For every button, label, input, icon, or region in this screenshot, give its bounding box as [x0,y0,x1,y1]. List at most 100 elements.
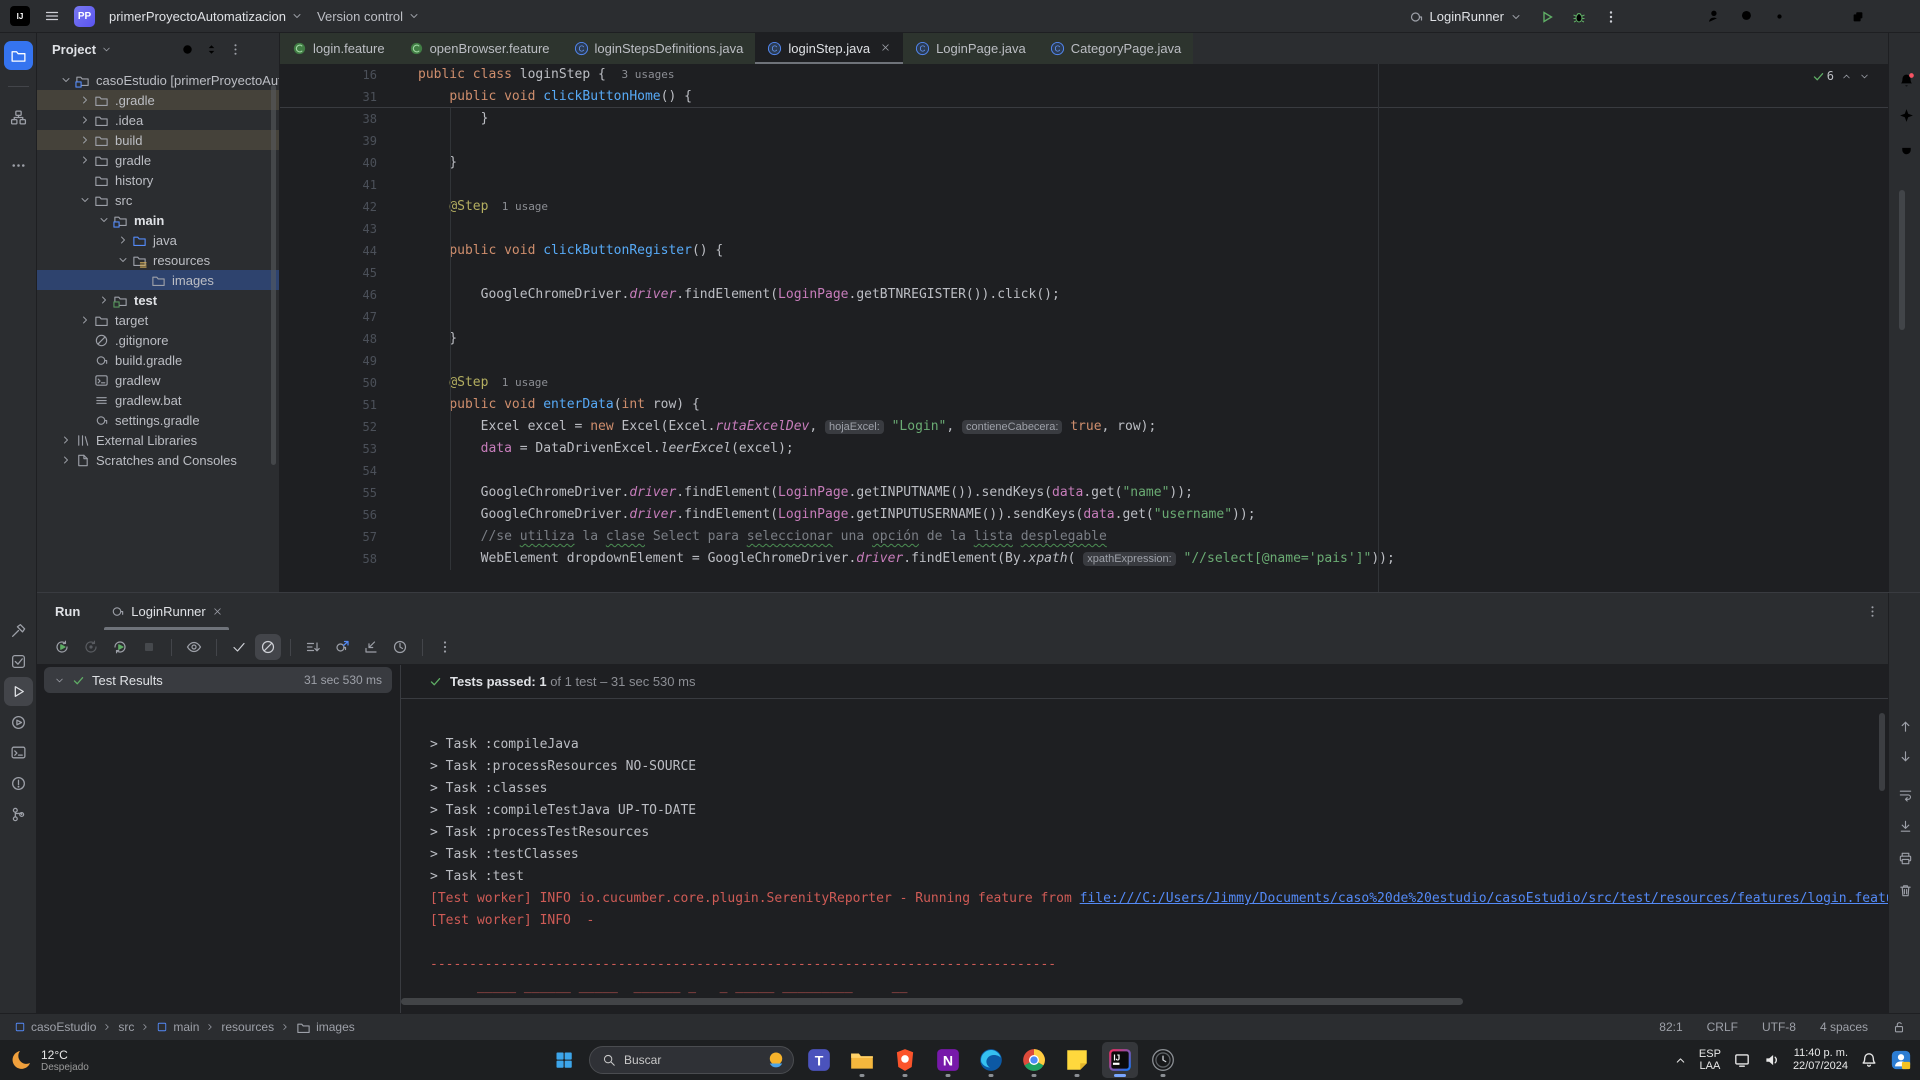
tool-project-folder-button[interactable] [4,41,33,70]
tree-item-scratches-and-consoles[interactable]: Scratches and Consoles [37,450,280,470]
debug-button[interactable] [1564,3,1594,31]
window-close-button[interactable] [1880,0,1920,33]
tree-item-main[interactable]: main [37,210,280,230]
inspections-widget[interactable]: 6 [1812,69,1870,83]
tree-item-java[interactable]: java [37,230,280,250]
code-line-55[interactable]: 55 GoogleChromeDriver.driver.findElement… [280,482,1888,504]
search-everywhere-icon[interactable] [1732,3,1762,31]
taskbar-app-explorer[interactable] [844,1042,880,1078]
editor-tab-loginstep.java[interactable]: CloginStep.java [755,33,903,64]
project-tree-scrollbar[interactable] [271,85,276,465]
ignored-filter-button[interactable] [255,634,281,660]
chevron-right-icon[interactable] [79,154,91,166]
plug-icon[interactable] [1895,139,1917,161]
code-line-50[interactable]: 50 @Step 1 usage [280,372,1888,394]
chevron-down-icon[interactable] [117,254,129,266]
run-tab-loginrunner[interactable]: LoginRunner [104,593,228,630]
code-line-43[interactable]: 43 [280,218,1888,240]
chevron-down-icon[interactable] [101,44,112,55]
breadcrumb-main[interactable]: main [156,1020,199,1034]
code-line-40[interactable]: 40 } [280,152,1888,174]
tree-item-casoestudio-primerproyectoautomatizacion-[interactable]: casoEstudio [primerProyectoAutomatizacio… [37,70,280,90]
tree-item-images[interactable]: images [37,270,280,290]
pc-status-icon[interactable] [1733,1051,1751,1069]
show-passed-eye-button[interactable] [181,634,207,660]
tree-item-target[interactable]: target [37,310,280,330]
editor-tab-loginpage.java[interactable]: CLoginPage.java [903,33,1038,64]
taskbar-app-onenote[interactable]: N [930,1042,966,1078]
readonly-toggle-icon[interactable] [1892,1020,1906,1034]
tree-item-resources[interactable]: resources [37,250,280,270]
chevron-down-icon[interactable] [60,74,72,86]
code-area[interactable]: 58 WebElement dropdownElement = GoogleCh… [280,64,1888,592]
taskbar-weather-widget[interactable]: 12°C Despejado [10,1048,89,1073]
collapse-all-icon[interactable] [199,38,223,62]
arrow-down-button[interactable] [1894,745,1916,767]
code-line-49[interactable]: 49 [280,350,1888,372]
arrow-up-button[interactable] [1894,715,1916,737]
tree-item-src[interactable]: src [37,190,280,210]
editor-tab-categorypage.java[interactable]: CCategoryPage.java [1038,33,1194,64]
status-indent[interactable]: 4 spaces [1820,1020,1868,1034]
print-button[interactable] [1894,847,1916,869]
rerun-button[interactable] [49,634,75,660]
code-line-42[interactable]: 42 @Step 1 usage [280,196,1888,218]
taskbar-app-chrome[interactable] [1016,1042,1052,1078]
code-line-48[interactable]: 48 } [280,328,1888,350]
code-line-53[interactable]: 53 data = DataDrivenExcel.leerExcel(exce… [280,438,1888,460]
window-minimize-button[interactable] [1796,0,1836,33]
chevron-down-icon[interactable] [79,194,91,206]
tray-clock[interactable]: 11:40 p. m. 22/07/2024 [1793,1047,1848,1073]
tool-build-hammer-button[interactable] [4,616,33,645]
project-avatar[interactable]: PP [74,6,95,27]
breadcrumb-resources[interactable]: resources [221,1020,274,1034]
editor-tab-loginstepsdefinitions.java[interactable]: CloginStepsDefinitions.java [562,33,756,64]
volume-icon[interactable] [1763,1051,1781,1069]
search-input[interactable]: Buscar [589,1046,794,1074]
code-line-52[interactable]: 52 Excel excel = new Excel(Excel.rutaExc… [280,416,1888,438]
panel-options-icon[interactable] [223,38,247,62]
tool-version-control-button[interactable] [4,800,33,829]
code-line-54[interactable]: 54 [280,460,1888,482]
notification-bell-icon[interactable] [1860,1051,1878,1069]
close-icon[interactable] [880,42,891,53]
import-test-results-button[interactable] [358,634,384,660]
code-line-39[interactable]: 39 [280,130,1888,152]
more-actions-icon[interactable] [1596,3,1626,31]
open-gradle-report-button[interactable] [329,634,355,660]
taskbar-app-brave[interactable] [887,1042,923,1078]
window-restore-button[interactable] [1838,0,1878,33]
version-control-widget[interactable]: Version control [317,9,420,24]
tool-run-play-button[interactable] [4,677,33,706]
code-line-47[interactable]: 47 [280,306,1888,328]
test-results-row[interactable]: Test Results 31 sec 530 ms [44,667,392,693]
console-vscrollbar[interactable] [1879,713,1885,791]
console-file-link[interactable]: file:///C:/Users/Jimmy/Documents/caso%20… [1080,891,1888,906]
tree-item-test[interactable]: test [37,290,280,310]
tree-item-settings.gradle[interactable]: settings.gradle [37,410,280,430]
rerun-failed-button[interactable] [78,634,104,660]
editor-tab-login.feature[interactable]: login.feature [280,33,397,64]
code-line-56[interactable]: 56 GoogleChromeDriver.driver.findElement… [280,504,1888,526]
soft-wrap-button[interactable] [1894,783,1916,805]
more-options-button[interactable] [432,634,458,660]
stop-button[interactable] [136,634,162,660]
panel-options-icon[interactable] [1860,600,1884,624]
editor-tab-openbrowser.feature[interactable]: openBrowser.feature [397,33,562,64]
chevron-right-icon[interactable] [79,314,91,326]
tree-item-gradlew[interactable]: gradlew [37,370,280,390]
chevron-right-icon[interactable] [117,234,129,246]
code-line-46[interactable]: 46 GoogleChromeDriver.driver.findElement… [280,284,1888,306]
main-menu-icon[interactable] [44,8,60,24]
project-panel-title[interactable]: Project [52,42,96,57]
status-caret-position[interactable]: 82:1 [1659,1020,1682,1034]
rerun-failed-tests-button[interactable] [107,634,133,660]
start-button[interactable] [546,1042,582,1078]
taskbar-app-intellij[interactable]: IJ [1102,1042,1138,1078]
code-line-57[interactable]: 57 //se utiliza la clase Select para sel… [280,526,1888,548]
sort-tests-button[interactable] [300,634,326,660]
code-line-51[interactable]: 51 public void enterData(int row) { [280,394,1888,416]
chevron-up-icon[interactable] [1841,71,1852,82]
tree-item-external-libraries[interactable]: External Libraries [37,430,280,450]
chevron-right-icon[interactable] [79,94,91,106]
